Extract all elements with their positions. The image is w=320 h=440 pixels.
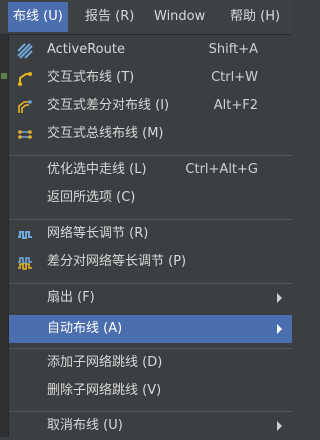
menu-item-shortcut: Ctrl+Alt+G xyxy=(185,162,258,177)
menu-item-label: 添加子网络跳线 (D) xyxy=(47,355,163,370)
background-strip xyxy=(0,35,8,437)
active-route-icon xyxy=(17,42,33,59)
menu-bar: 布线 (U) 报告 (R) Window 帮助 (H) xyxy=(0,0,291,35)
menu-item-interactive-route[interactable]: 交互式布线 (T) Ctrl+W xyxy=(9,64,292,92)
diff-pair-length-tuning-icon xyxy=(17,254,33,270)
background-marker xyxy=(1,73,7,79)
menu-item-diff-pair-length-tuning[interactable]: 差分对网络等长调节 (P) xyxy=(9,248,292,276)
menu-item-label: 优化选中走线 (L) xyxy=(47,162,147,177)
menu-item-label: 扇出 (F) xyxy=(47,290,95,305)
menu-item-label: 交互式布线 (T) xyxy=(47,70,135,85)
menu-item-shortcut: Alt+F2 xyxy=(213,98,258,113)
menu-item-activeroute[interactable]: ActiveRoute Shift+A xyxy=(9,36,292,64)
menu-item-label: ActiveRoute xyxy=(47,42,125,57)
interactive-route-icon xyxy=(17,70,33,86)
bus-route-icon xyxy=(17,126,33,142)
menu-item-remove-subnet-jumper[interactable]: 删除子网络跳线 (V) xyxy=(9,377,292,405)
submenu-arrow-icon xyxy=(277,324,282,334)
menu-item-label: 交互式总线布线 (M) xyxy=(47,126,164,141)
menu-item-shortcut: Ctrl+W xyxy=(211,70,258,85)
length-tuning-icon xyxy=(17,226,33,242)
menu-item-length-tuning[interactable]: 网络等长调节 (R) xyxy=(9,220,292,248)
menu-item-shortcut: Shift+A xyxy=(208,42,258,57)
menu-item-label: 自动布线 (A) xyxy=(47,321,123,336)
menu-item-label: 差分对网络等长调节 (P) xyxy=(47,254,187,269)
submenu-arrow-icon xyxy=(277,293,282,303)
menu-item-label: 取消布线 (U) xyxy=(47,418,123,433)
route-dropdown-menu: ActiveRoute Shift+A 交互式布线 (T) Ctrl+W 交互式… xyxy=(8,35,292,437)
menu-item-bus-route[interactable]: 交互式总线布线 (M) xyxy=(9,120,292,148)
menu-item-add-subnet-jumper[interactable]: 添加子网络跳线 (D) xyxy=(9,349,292,377)
menu-item-optimize-selected[interactable]: 优化选中走线 (L) Ctrl+Alt+G xyxy=(9,156,292,184)
menu-item-return-selection[interactable]: 返回所选项 (C) xyxy=(9,184,292,212)
menu-item-auto-route[interactable]: 自动布线 (A) xyxy=(9,315,292,343)
menu-item-label: 返回所选项 (C) xyxy=(47,190,136,205)
menu-item-label: 删除子网络跳线 (V) xyxy=(47,383,162,398)
submenu-arrow-icon xyxy=(277,421,282,431)
menu-item-unroute[interactable]: 取消布线 (U) xyxy=(9,412,292,440)
menu-item-diff-pair-route[interactable]: 交互式差分对布线 (I) Alt+F2 xyxy=(9,92,292,120)
menu-item-label: 网络等长调节 (R) xyxy=(47,226,149,241)
menu-window[interactable]: Window xyxy=(149,2,210,32)
diff-pair-route-icon xyxy=(17,98,33,114)
menu-report[interactable]: 报告 (R) xyxy=(80,2,139,32)
menu-item-fanout[interactable]: 扇出 (F) xyxy=(9,284,292,312)
menu-help[interactable]: 帮助 (H) xyxy=(225,2,285,32)
menu-route[interactable]: 布线 (U) xyxy=(8,2,68,32)
menu-item-label: 交互式差分对布线 (I) xyxy=(47,98,170,113)
